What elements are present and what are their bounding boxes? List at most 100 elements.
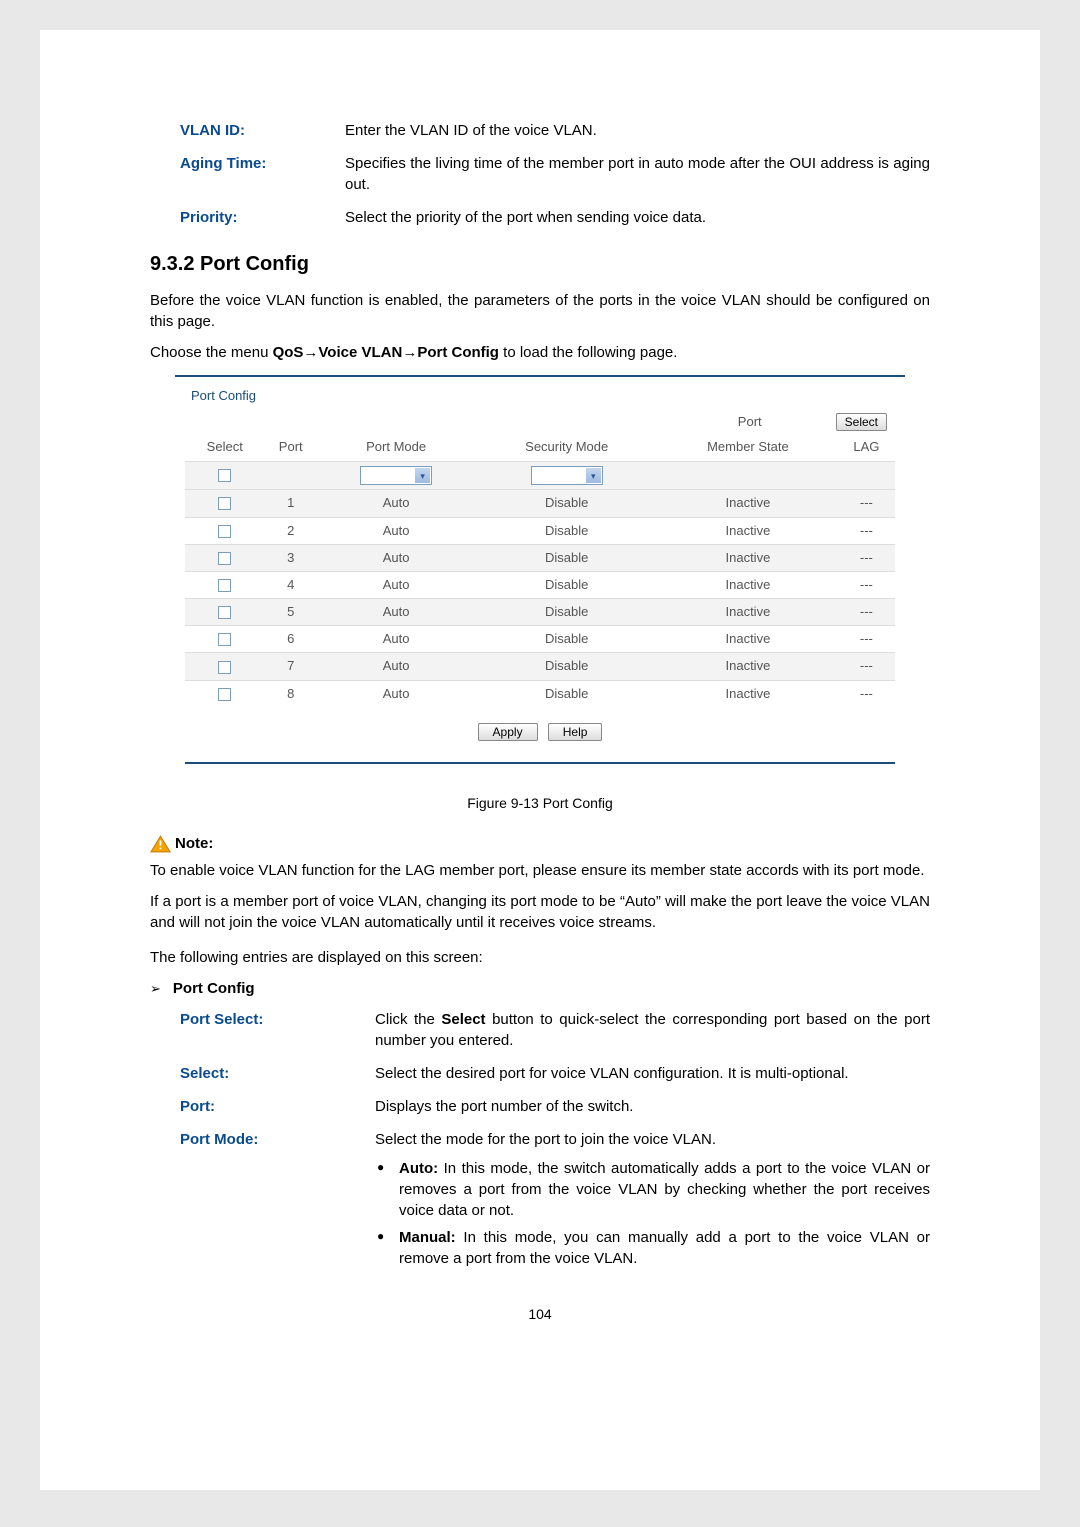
def-vlanid-value: Enter the VLAN ID of the voice VLAN. [345, 120, 930, 141]
row-checkbox[interactable] [218, 579, 231, 592]
help-button[interactable]: Help [548, 723, 603, 741]
cell-lag: --- [838, 626, 895, 653]
cell-lag: --- [838, 517, 895, 544]
row-checkbox[interactable] [218, 606, 231, 619]
cell-port: 4 [265, 571, 317, 598]
menu-path-line: Choose the menu QoS→Voice VLAN→Port Conf… [150, 342, 930, 363]
pc-portselect-label: Port Select: [180, 1009, 375, 1051]
pc-portmode-manual: Manual: In this mode, you can manually a… [375, 1227, 930, 1269]
col-securitymode: Security Mode [475, 434, 658, 461]
pc-select-label: Select: [180, 1063, 375, 1084]
portmode-dropdown[interactable]: ▾ [360, 466, 432, 485]
cell-lag: --- [838, 490, 895, 517]
select-all-checkbox[interactable] [218, 469, 231, 482]
cell-lag: --- [838, 599, 895, 626]
cell-port: 8 [265, 680, 317, 707]
port-search-label: Port [738, 413, 762, 431]
port-config-panel: Port Config Port Select Select Port Port… [175, 375, 905, 786]
cell-security: Disable [475, 517, 658, 544]
pc-manual-text: In this mode, you can manually add a por… [399, 1229, 930, 1267]
row-checkbox[interactable] [218, 661, 231, 674]
note-paragraph-1: To enable voice VLAN function for the LA… [150, 860, 930, 881]
chevron-down-icon: ▾ [415, 468, 430, 483]
securitymode-dropdown[interactable]: ▾ [531, 466, 603, 485]
col-port: Port [265, 434, 317, 461]
pc-auto-bold: Auto: [399, 1160, 438, 1177]
cell-lag: --- [838, 544, 895, 571]
note-paragraph-2: If a port is a member port of voice VLAN… [150, 891, 930, 933]
pc-port-label: Port: [180, 1096, 375, 1117]
pc-manual-bold: Manual: [399, 1229, 456, 1246]
cell-state: Inactive [658, 517, 838, 544]
chevron-down-icon: ▾ [586, 468, 601, 483]
def-priority-label: Priority: [150, 207, 345, 228]
cell-port: 6 [265, 626, 317, 653]
pc-portmode-label: Port Mode: [180, 1129, 375, 1275]
col-memberstate: Member State [658, 434, 838, 461]
entries-intro: The following entries are displayed on t… [150, 947, 930, 968]
cell-mode: Auto [317, 680, 475, 707]
cell-mode: Auto [317, 544, 475, 571]
section-intro: Before the voice VLAN function is enable… [150, 290, 930, 332]
cell-lag: --- [838, 680, 895, 707]
cell-state: Inactive [658, 571, 838, 598]
def-agingtime-label: Aging Time: [150, 153, 345, 195]
pc-portmode-auto: Auto: In this mode, the switch automatic… [375, 1158, 930, 1221]
pc-portselect-bold: Select [441, 1011, 485, 1028]
cell-mode: Auto [317, 571, 475, 598]
cell-lag: --- [838, 653, 895, 680]
pc-auto-text: In this mode, the switch automatically a… [399, 1160, 930, 1219]
row-checkbox[interactable] [218, 525, 231, 538]
cell-lag: --- [838, 571, 895, 598]
row-checkbox[interactable] [218, 688, 231, 701]
cell-security: Disable [475, 599, 658, 626]
cell-state: Inactive [658, 653, 838, 680]
pc-portselect-value: Click the Select button to quick-select … [375, 1009, 930, 1051]
cell-port: 3 [265, 544, 317, 571]
cell-mode: Auto [317, 653, 475, 680]
col-select: Select [185, 434, 265, 461]
def-priority-value: Select the priority of the port when sen… [345, 207, 930, 228]
pc-portselect-pre: Click the [375, 1011, 441, 1028]
col-portmode: Port Mode [317, 434, 475, 461]
cell-port: 5 [265, 599, 317, 626]
cell-mode: Auto [317, 626, 475, 653]
cell-state: Inactive [658, 544, 838, 571]
select-button[interactable]: Select [836, 413, 887, 431]
page-number: 104 [150, 1305, 930, 1325]
menu-pre: Choose the menu [150, 344, 273, 361]
cell-security: Disable [475, 680, 658, 707]
port-table: Select Port Port Mode Security Mode Memb… [185, 434, 895, 706]
pc-select-value: Select the desired port for voice VLAN c… [375, 1063, 930, 1084]
row-checkbox[interactable] [218, 497, 231, 510]
cell-mode: Auto [317, 599, 475, 626]
arrow-icon: ➢ [150, 980, 161, 998]
cell-state: Inactive [658, 490, 838, 517]
row-checkbox[interactable] [218, 633, 231, 646]
pc-port-value: Displays the port number of the switch. [375, 1096, 930, 1117]
cell-state: Inactive [658, 626, 838, 653]
pc-portmode-intro: Select the mode for the port to join the… [375, 1129, 930, 1150]
cell-security: Disable [475, 490, 658, 517]
cell-mode: Auto [317, 517, 475, 544]
note-heading: Note: [175, 833, 213, 854]
cell-mode: Auto [317, 490, 475, 517]
menu-bold: QoS→Voice VLAN→Port Config [273, 344, 499, 361]
cell-security: Disable [475, 571, 658, 598]
cell-port: 1 [265, 490, 317, 517]
warning-icon [150, 835, 171, 853]
figure-caption: Figure 9-13 Port Config [150, 794, 930, 814]
menu-post: to load the following page. [499, 344, 677, 361]
row-checkbox[interactable] [218, 552, 231, 565]
cell-state: Inactive [658, 599, 838, 626]
cell-security: Disable [475, 626, 658, 653]
def-agingtime-value: Specifies the living time of the member … [345, 153, 930, 195]
apply-button[interactable]: Apply [478, 723, 538, 741]
cell-port: 7 [265, 653, 317, 680]
col-lag: LAG [838, 434, 895, 461]
section-heading: 9.3.2 Port Config [150, 250, 930, 278]
port-config-subheading: Port Config [173, 978, 255, 999]
panel-title: Port Config [185, 387, 895, 405]
cell-state: Inactive [658, 680, 838, 707]
cell-port: 2 [265, 517, 317, 544]
